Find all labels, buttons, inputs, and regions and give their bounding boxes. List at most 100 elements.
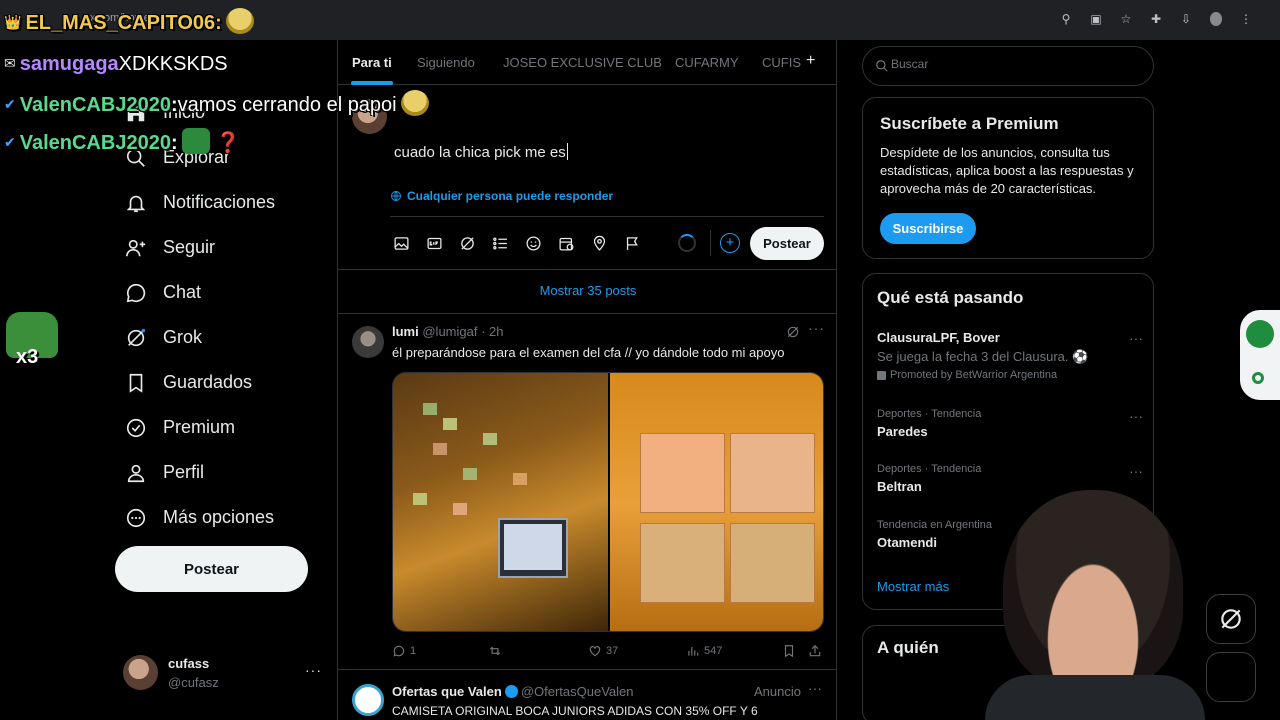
chat-message: 👑 EL_MAS_CAPITO06:	[4, 8, 254, 35]
timeline-tabs: Para ti Siguiendo JOSEO EXCLUSIVE CLUB C…	[338, 40, 836, 85]
tweet-time[interactable]: 2h	[489, 324, 503, 339]
reply-button[interactable]: 1	[392, 644, 416, 658]
zoom-icon[interactable]: ⚲	[1060, 12, 1072, 26]
account-handle: @cufasz	[168, 675, 219, 690]
more-icon[interactable]: ···	[1129, 330, 1143, 346]
tweet[interactable]: lumi @lumigaf · 2h ··· él preparándose p…	[338, 314, 836, 670]
sidebar-item-mas-opciones[interactable]: Más opciones	[115, 495, 315, 540]
show-more-link[interactable]: Mostrar más	[877, 579, 949, 594]
tab-siguiendo[interactable]: Siguiendo	[417, 55, 475, 70]
tweet-text: él preparándose para el examen del cfa /…	[392, 345, 785, 360]
more-icon[interactable]: ···	[305, 662, 322, 678]
sidebar-item-chat[interactable]: Chat	[115, 270, 315, 315]
sidebar-item-guardados[interactable]: Guardados	[115, 360, 315, 405]
avatar[interactable]	[352, 326, 384, 358]
schedule-icon[interactable]	[557, 234, 575, 252]
share-button[interactable]	[808, 644, 822, 658]
chat-username: ValenCABJ2020	[19, 94, 171, 116]
emoji-icon[interactable]	[524, 234, 542, 252]
tweet-author-handle[interactable]: @OfertasQueValen	[521, 684, 634, 699]
reply-setting-label: Cualquier persona puede responder	[407, 189, 614, 203]
sidebar-item-label: Chat	[163, 282, 202, 302]
browser-menu-icon[interactable]: ⋮	[1240, 12, 1252, 26]
promoted-tweet[interactable]: Ofertas que Valen @OfertasQueValen Anunci…	[338, 670, 836, 720]
composer-input[interactable]: cuado la chica pick me es	[394, 143, 568, 161]
tweet-media[interactable]	[392, 372, 824, 632]
tweet-header: Ofertas que Valen @OfertasQueValen	[392, 684, 634, 699]
streamer-face	[1003, 490, 1183, 690]
trend-item[interactable]: ClausuraLPF, Bover Se juega la fecha 3 d…	[877, 330, 1143, 381]
tweet-text: CAMISETA ORIGINAL BOCA JUNIORS ADIDAS CO…	[392, 704, 758, 718]
sidebar-item-grok[interactable]: Grok	[115, 315, 315, 360]
sticky-note	[423, 403, 437, 415]
location-icon[interactable]	[590, 234, 608, 252]
premium-badge-icon	[125, 417, 147, 439]
grok-icon[interactable]	[786, 325, 800, 339]
tweet-author-name[interactable]: lumi	[392, 324, 419, 339]
bookmark-button[interactable]	[782, 644, 796, 658]
reply-setting-button[interactable]: Cualquier persona puede responder	[390, 189, 613, 203]
grok-floating-button[interactable]	[1206, 594, 1256, 644]
avatar[interactable]	[352, 684, 384, 716]
show-new-posts-button[interactable]: Mostrar 35 posts	[338, 270, 836, 314]
heart-icon	[589, 646, 601, 657]
messages-floating-button[interactable]	[1206, 652, 1256, 702]
tweet-author-name[interactable]: Ofertas que Valen	[392, 684, 502, 699]
sidebar-item-notificaciones[interactable]: Notificaciones	[115, 180, 315, 225]
tab-cufarmy[interactable]: CUFARMY	[675, 55, 739, 70]
ad-label: Anuncio	[754, 684, 801, 699]
add-thread-button[interactable]: +	[720, 233, 740, 253]
sidebar-item-label: Guardados	[163, 372, 253, 392]
laptop	[498, 518, 568, 578]
account-switcher[interactable]: cufass @cufasz ···	[123, 655, 323, 691]
profile-avatar-icon[interactable]	[1210, 12, 1222, 26]
star-icon[interactable]: ☆	[1120, 12, 1132, 26]
flag-icon[interactable]	[623, 234, 641, 252]
trend-description: Se juega la fecha 3 del Clausura. ⚽	[877, 349, 1089, 364]
verified-badge-icon	[504, 685, 518, 698]
more-icon[interactable]: ···	[1129, 408, 1143, 424]
tab-para-ti[interactable]: Para ti	[352, 55, 392, 70]
search-input[interactable]	[891, 57, 1131, 71]
tweet-photo-desk[interactable]	[393, 373, 608, 631]
sidebar-item-seguir[interactable]: Seguir	[115, 225, 315, 270]
sidebar-post-button[interactable]: Postear	[115, 546, 308, 592]
chat-username: ValenCABJ2020	[19, 132, 171, 154]
sidebar-item-premium[interactable]: Premium	[115, 405, 315, 450]
pepe-emote-icon	[181, 128, 210, 154]
trend-item[interactable]: Deportes · Tendencia Paredes ···	[877, 408, 1143, 439]
side-widget[interactable]	[1240, 310, 1280, 400]
subscribe-button[interactable]: Suscribirse	[880, 213, 976, 244]
microphone-icon[interactable]	[1246, 320, 1274, 348]
gear-icon[interactable]	[1252, 372, 1264, 384]
retweet-button[interactable]	[488, 644, 506, 658]
more-icon[interactable]: ···	[808, 680, 822, 696]
tweet-author-handle[interactable]: @lumigaf	[422, 324, 477, 339]
gif-icon[interactable]	[425, 234, 443, 252]
sidebar-item-perfil[interactable]: Perfil	[115, 450, 315, 495]
like-button[interactable]: 37	[588, 644, 618, 658]
add-tab-button[interactable]: +	[806, 52, 815, 70]
more-icon[interactable]: ···	[808, 320, 825, 336]
tweet-photo-drawings[interactable]	[610, 373, 823, 631]
tab-joseo-exclusive-club[interactable]: JOSEO EXCLUSIVE CLUB	[503, 55, 662, 70]
sticky-note	[443, 418, 457, 430]
tab-cufis[interactable]: CUFIS	[762, 55, 801, 70]
image-icon[interactable]	[392, 234, 410, 252]
bookmark-icon	[125, 372, 147, 394]
chat-message: ✔ ValenCABJ2020: ❓	[4, 128, 241, 155]
reply-count: 1	[410, 645, 417, 657]
chat-message: ✔ ValenCABJ2020:vamos cerrando el papoi	[4, 90, 429, 117]
sidebar-item-label: Perfil	[163, 462, 205, 482]
sword-icon: ✔	[4, 96, 16, 112]
chat-colon: :	[215, 12, 222, 34]
download-icon[interactable]: ⇩	[1180, 12, 1192, 26]
extensions-icon[interactable]: ✚	[1150, 12, 1162, 26]
tweet-header: lumi @lumigaf · 2h	[392, 324, 504, 339]
composer-post-button[interactable]: Postear	[750, 227, 824, 260]
cast-icon[interactable]: ▣	[1090, 12, 1102, 26]
grok-icon[interactable]	[458, 234, 476, 252]
list-icon[interactable]	[491, 234, 509, 252]
views-button[interactable]: 547	[686, 644, 722, 658]
globe-icon	[391, 191, 401, 201]
